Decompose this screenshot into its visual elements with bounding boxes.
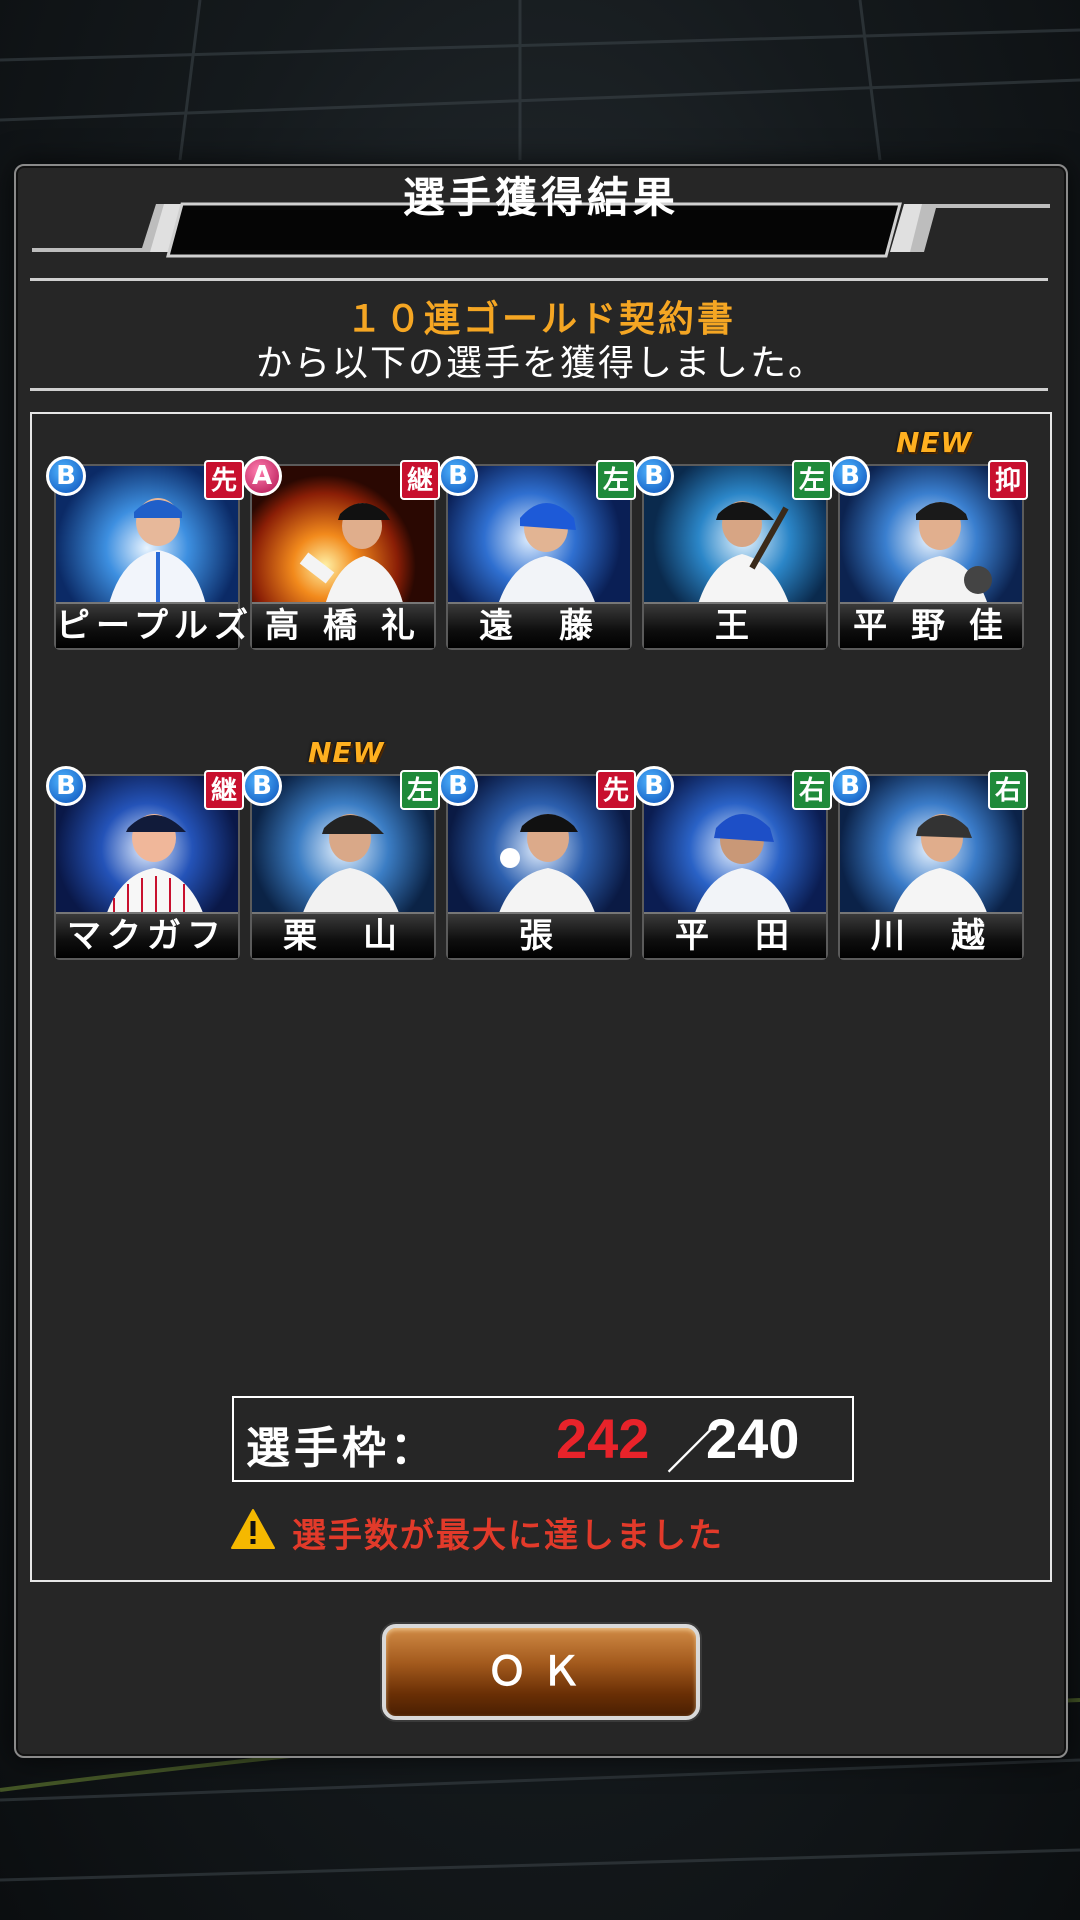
dialog-title: 選手獲得結果 <box>402 173 679 222</box>
player-card[interactable]: 平 田 B 右 <box>634 766 832 960</box>
position-badge: 左 <box>792 460 832 500</box>
player-card[interactable]: ピープルズ B 先 <box>46 456 248 650</box>
position-badge: 右 <box>792 770 832 810</box>
rank-badge: B <box>242 766 282 806</box>
roster-max-count: 240 <box>706 1407 800 1470</box>
rank-badge: B <box>438 456 478 496</box>
position-badge: 右 <box>988 770 1028 810</box>
roster-full-warning: 選手数が最大に達しました <box>230 1504 790 1556</box>
player-card[interactable]: 王 B 左 <box>634 456 832 650</box>
player-name: ピープルズ <box>56 602 248 648</box>
roster-label: 選手枠： <box>246 1423 438 1474</box>
rank-badge: B <box>438 766 478 806</box>
player-name: 川 越 <box>840 912 1022 958</box>
position-badge: 左 <box>596 460 636 500</box>
warning-triangle-icon <box>231 1509 275 1549</box>
new-badge: NEW <box>308 736 385 769</box>
rank-badge: B <box>634 766 674 806</box>
position-badge: 先 <box>596 770 636 810</box>
rank-badge: B <box>46 456 86 496</box>
roster-slot-box: 選手枠： 242 ／ 240 <box>232 1396 854 1482</box>
position-badge: 継 <box>400 460 440 500</box>
divider <box>30 278 1048 281</box>
position-badge: 先 <box>204 460 244 500</box>
rank-badge: A <box>242 456 282 496</box>
position-badge: 抑 <box>988 460 1028 500</box>
player-card[interactable]: 平 野 佳 B 抑 NEW <box>830 426 1028 650</box>
player-name: 張 <box>448 912 630 958</box>
acquisition-result-dialog: 選手獲得結果 １０連ゴールド契約書 から以下の選手を獲得しました。 ピープルズ … <box>14 164 1068 1758</box>
player-card[interactable]: 遠 藤 B 左 <box>438 456 636 650</box>
divider <box>30 388 1048 391</box>
player-name: 王 <box>644 602 826 648</box>
new-badge: NEW <box>896 426 973 459</box>
roster-current-count: 242 <box>556 1407 650 1470</box>
acquired-message: から以下の選手を獲得しました。 <box>255 343 826 384</box>
player-name: 平 田 <box>644 912 826 958</box>
player-name: 高 橋 礼 <box>252 602 434 648</box>
rank-badge: B <box>830 766 870 806</box>
rank-badge: B <box>830 456 870 496</box>
player-name: マクガフ <box>56 912 238 958</box>
player-name: 遠 藤 <box>448 602 630 648</box>
warning-text: 選手数が最大に達しました <box>292 1516 724 1556</box>
player-card[interactable]: マクガフ B 継 <box>46 766 244 960</box>
rank-badge: B <box>634 456 674 496</box>
player-card[interactable]: 川 越 B 右 <box>830 766 1028 960</box>
player-card[interactable]: 栗 山 B 左 NEW <box>242 736 440 960</box>
player-name: 平 野 佳 <box>840 602 1022 648</box>
player-card[interactable]: 張 B 先 <box>438 766 636 960</box>
position-badge: 継 <box>204 770 244 810</box>
player-card[interactable]: 高 橋 礼 A 継 <box>242 456 440 650</box>
rank-badge: B <box>46 766 86 806</box>
player-name: 栗 山 <box>252 912 434 958</box>
ok-button[interactable]: ＯＫ <box>382 1624 700 1720</box>
position-badge: 左 <box>400 770 440 810</box>
